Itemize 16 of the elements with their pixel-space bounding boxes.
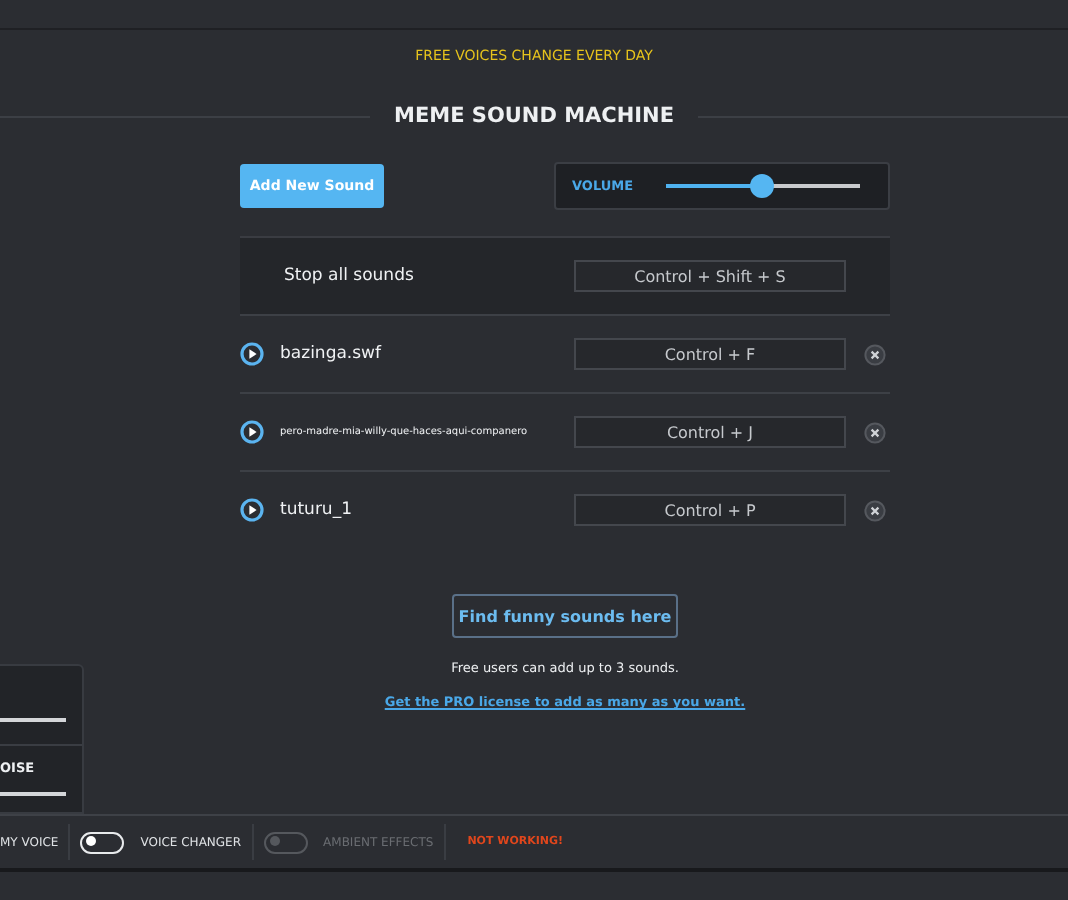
stop-all-label: Stop all sounds <box>284 266 416 286</box>
slider-thumb[interactable] <box>750 174 775 198</box>
close-icon[interactable] <box>864 343 886 365</box>
play-icon[interactable] <box>240 498 264 522</box>
hotkey-field[interactable]: Control + P <box>574 494 846 526</box>
play-icon[interactable] <box>240 420 264 444</box>
close-icon[interactable] <box>864 499 886 521</box>
hotkey-field[interactable]: Control + F <box>574 338 846 370</box>
close-icon[interactable] <box>864 421 886 443</box>
find-sounds-button[interactable]: Find funny sounds here <box>452 594 678 638</box>
hotkey-field[interactable]: Control + Shift + S <box>574 260 846 292</box>
hotkey-field[interactable]: Control + J <box>574 416 846 448</box>
sound-name: bazinga.swf <box>280 344 384 364</box>
page-title: MEME SOUND MACHINE <box>392 104 677 128</box>
sound-name: tuturu_1 <box>280 500 354 520</box>
play-icon[interactable] <box>240 342 264 366</box>
